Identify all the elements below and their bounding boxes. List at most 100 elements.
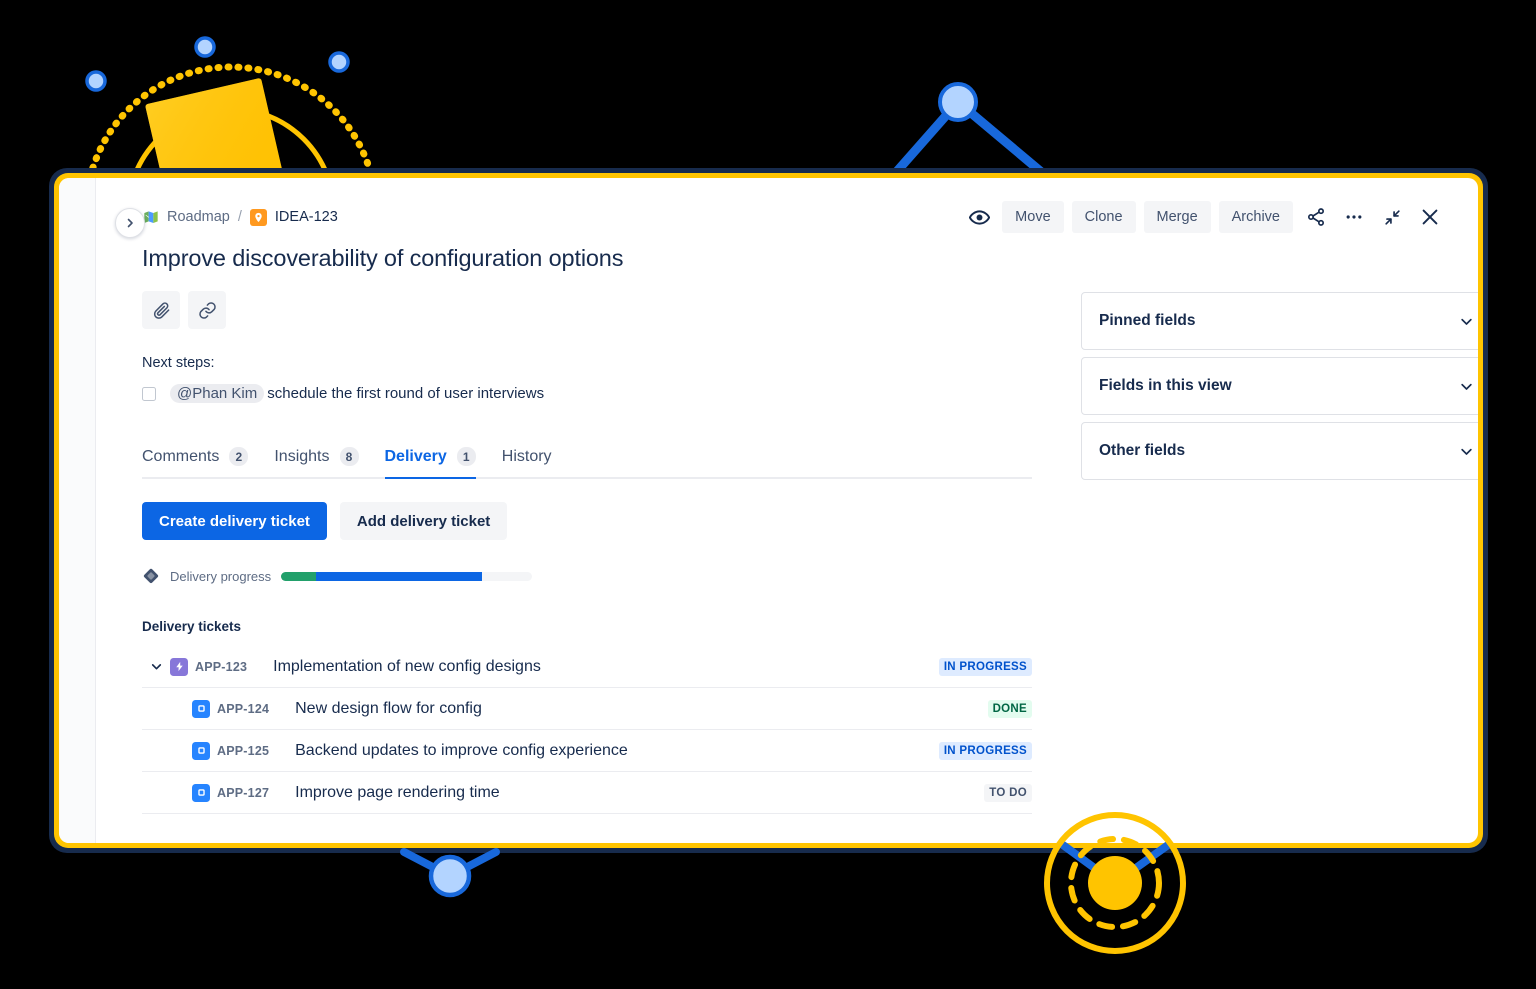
quick-actions [142,291,1035,329]
chevron-down-icon [1461,448,1472,455]
table-row[interactable]: APP-123 Implementation of new config des… [142,646,1032,688]
add-delivery-ticket-button[interactable]: Add delivery ticket [339,502,508,540]
ticket-summary[interactable]: New design flow for config [295,700,987,718]
story-icon [192,699,210,718]
delivery-actions: Create delivery ticket Add delivery tick… [142,502,1035,540]
breadcrumb-issue-key[interactable]: IDEA-123 [275,209,338,225]
node-dot-icon [1088,856,1142,910]
tab-delivery-count: 1 [456,447,476,466]
tab-bar: Comments 2 Insights 8 Delivery 1 History [142,445,1032,479]
attach-icon [153,301,169,319]
task-item: @Phan Kim schedule the first round of us… [142,384,1035,403]
content-columns: Improve discoverability of configuration… [120,243,1478,814]
delivery-progress: Delivery progress [142,567,1035,585]
expand-row-toggle[interactable] [142,660,170,673]
status-badge: DONE [987,699,1032,718]
more-ellipsis-icon [1346,215,1362,219]
user-mention[interactable]: @Phan Kim [170,384,265,403]
ticket-key[interactable]: APP-123 [195,660,247,674]
node-dot-icon [85,70,107,92]
share-button[interactable] [1301,202,1331,232]
story-icon [192,783,210,802]
delivery-tickets-heading: Delivery tickets [142,619,242,634]
node-circle-icon [428,854,472,898]
task-text: @Phan Kim schedule the first round of us… [170,384,544,403]
merge-button[interactable]: Merge [1143,201,1211,233]
table-row[interactable]: APP-124 New design flow for config DONE [142,688,1032,730]
chevron-down-icon [1461,318,1472,325]
tab-insights-count: 8 [339,447,359,466]
issue-detail-window: Roadmap / IDEA-123 Move Clone Merge Arch… [49,168,1488,853]
pinned-fields-label: Pinned fields [1099,312,1196,329]
chevron-right-icon [127,218,133,228]
window-header: Roadmap / IDEA-123 Move Clone Merge Arch… [120,200,1445,234]
tab-comments-label: Comments [142,447,220,465]
ticket-summary[interactable]: Improve page rendering time [295,784,984,802]
collapse-button[interactable] [1377,202,1407,232]
fields-in-this-view-panel[interactable]: Fields in this view [1081,357,1478,415]
tab-comments[interactable]: Comments 2 [142,447,249,479]
expand-sidebar-button[interactable] [115,208,145,238]
breadcrumb-project-link[interactable]: Roadmap [167,209,230,225]
issue-detail-body: Roadmap / IDEA-123 Move Clone Merge Arch… [96,178,1478,843]
connector-lines-icon [400,848,500,880]
tab-history[interactable]: History [502,448,552,479]
delivery-tickets-list: APP-123 Implementation of new config des… [142,646,1032,814]
ticket-key[interactable]: APP-125 [217,744,269,758]
archive-button[interactable]: Archive [1218,201,1293,233]
window-accent-border: Roadmap / IDEA-123 Move Clone Merge Arch… [54,173,1483,848]
close-icon [1422,209,1438,225]
next-steps-label: Next steps: [142,355,215,371]
more-actions-button[interactable] [1339,202,1369,232]
progress-bar [281,571,533,581]
fields-sidebar: Pinned fields Fields in this view Other … [1081,243,1478,814]
ticket-key[interactable]: APP-127 [217,786,269,800]
other-fields-panel[interactable]: Other fields [1081,422,1478,480]
screenshot-stage: Roadmap / IDEA-123 Move Clone Merge Arch… [0,0,1536,989]
task-checkbox[interactable] [142,386,156,401]
status-badge: IN PROGRESS [938,657,1032,676]
tab-insights-label: Insights [274,447,330,465]
story-icon [192,741,210,760]
window-surface: Roadmap / IDEA-123 Move Clone Merge Arch… [59,178,1478,843]
attach-button[interactable] [142,291,180,329]
tab-history-label: History [501,448,552,465]
tab-delivery-label: Delivery [384,447,447,465]
tab-delivery[interactable]: Delivery 1 [384,447,476,479]
other-fields-label: Other fields [1099,442,1186,459]
page-title: Improve discoverability of configuration… [142,245,624,271]
create-delivery-ticket-button[interactable]: Create delivery ticket [142,502,327,540]
ticket-key[interactable]: APP-124 [217,702,269,716]
table-row[interactable]: APP-127 Improve page rendering time TO D… [142,772,1032,814]
node-circle-icon [938,82,978,122]
tab-insights[interactable]: Insights 8 [274,447,359,479]
delivery-diamond-icon [143,568,159,584]
table-row[interactable]: APP-125 Backend updates to improve confi… [142,730,1032,772]
watch-button[interactable] [964,202,994,232]
fields-in-this-view-label: Fields in this view [1099,377,1232,394]
tab-comments-count: 2 [229,447,249,466]
share-icon [1308,208,1324,226]
chevron-down-icon [1461,383,1472,390]
link-icon [198,301,216,319]
status-badge: IN PROGRESS [938,741,1032,760]
chevron-down-icon [151,664,161,670]
progress-segment-done [281,571,317,581]
pinned-fields-panel[interactable]: Pinned fields [1081,292,1478,350]
delivery-progress-label: Delivery progress [170,568,272,584]
status-badge: TO DO [984,783,1032,802]
breadcrumb-separator: / [237,209,242,225]
epic-bolt-icon [170,657,188,676]
link-button[interactable] [188,291,226,329]
left-rail [59,178,96,843]
move-button[interactable]: Move [1002,201,1064,233]
header-actions: Move Clone Merge Archive [964,201,1445,233]
breadcrumb: Roadmap / IDEA-123 [142,208,338,226]
clone-button[interactable]: Clone [1071,201,1136,233]
task-description: schedule the first round of user intervi… [267,385,545,402]
eye-icon [968,209,990,225]
ticket-summary[interactable]: Implementation of new config designs [273,658,939,676]
main-column: Improve discoverability of configuration… [142,243,1035,814]
close-button[interactable] [1415,202,1445,232]
ticket-summary[interactable]: Backend updates to improve config experi… [295,742,939,760]
